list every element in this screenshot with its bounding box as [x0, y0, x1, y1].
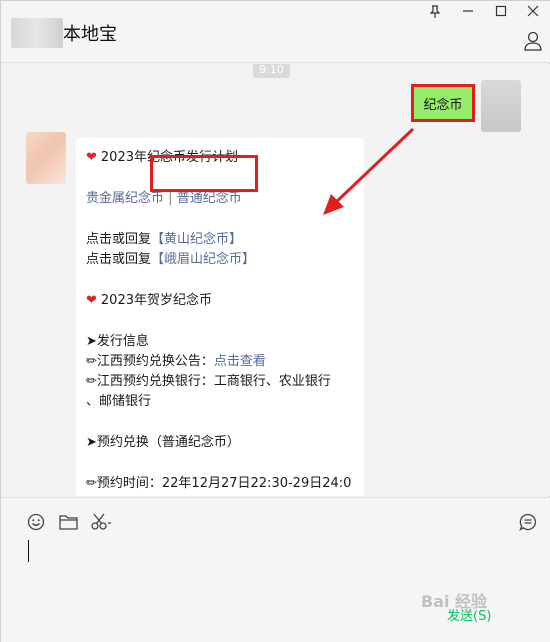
link-separator: |	[168, 191, 173, 206]
folder-icon[interactable]	[57, 511, 79, 533]
reply-prefix-2: 点击或回复	[86, 252, 152, 267]
banks-line-2: 、邮储银行	[86, 394, 152, 409]
emoji-icon[interactable]	[25, 511, 47, 533]
screenshot-scissors-icon[interactable]	[90, 511, 112, 533]
hesui-title: 2023年贺岁纪念币	[100, 293, 212, 308]
heart-icon: ❤	[86, 293, 97, 308]
normal-coin-link[interactable]: 普通纪念币	[177, 191, 242, 206]
heart-icon: ❤	[86, 150, 97, 165]
reserve-title: ➤预约兑换（普通纪念币）	[86, 435, 240, 450]
maximize-icon[interactable]	[491, 5, 511, 21]
issue-info-title: ➤发行信息	[86, 334, 149, 349]
close-icon[interactable]	[523, 5, 543, 21]
my-avatar[interactable]	[481, 80, 521, 132]
message-time: 9:10	[253, 64, 290, 78]
highlight-box	[150, 155, 258, 192]
chat-window: 本地宝 9:10 纪念币 ❤ 2023年纪念币发行计划 贵金属纪念币 | 普通纪…	[0, 0, 550, 642]
text-input-caret[interactable]	[28, 540, 29, 562]
sender-avatar[interactable]	[26, 132, 66, 184]
minimize-icon[interactable]	[458, 5, 478, 21]
contact-info-icon[interactable]	[523, 31, 543, 51]
chat-history-icon[interactable]	[517, 511, 539, 533]
contact-avatar	[11, 18, 63, 48]
precious-coin-link[interactable]: 贵金属纪念币	[86, 191, 164, 206]
send-button[interactable]: 发送(S)	[447, 605, 491, 624]
reply-prefix-1: 点击或回复	[86, 232, 152, 247]
reserve-time: ✏预约时间：22年12月27日22:30-29日24:0	[86, 476, 352, 491]
sent-message-text: 纪念币	[423, 97, 463, 113]
pin-icon[interactable]	[425, 5, 445, 23]
banks-line-1: ✏江西预约兑换银行：工商银行、农业银行	[86, 374, 331, 389]
notice-prefix: ✏江西预约兑换公告：	[86, 354, 214, 369]
huangshan-coin-link[interactable]: 【黄山纪念币】	[151, 232, 242, 247]
view-notice-link[interactable]: 点击查看	[214, 354, 266, 369]
emeishan-coin-link[interactable]: 【峨眉山纪念币】	[151, 252, 255, 267]
chat-title: 本地宝	[63, 24, 117, 45]
input-area: Bai 经验 发送(S)	[1, 497, 550, 642]
message-list[interactable]: 9:10 纪念币 ❤ 2023年纪念币发行计划 贵金属纪念币 | 普通纪念币 点击…	[1, 64, 550, 496]
sent-message-bubble[interactable]: 纪念币	[411, 84, 475, 122]
title-bar: 本地宝	[1, 1, 550, 63]
